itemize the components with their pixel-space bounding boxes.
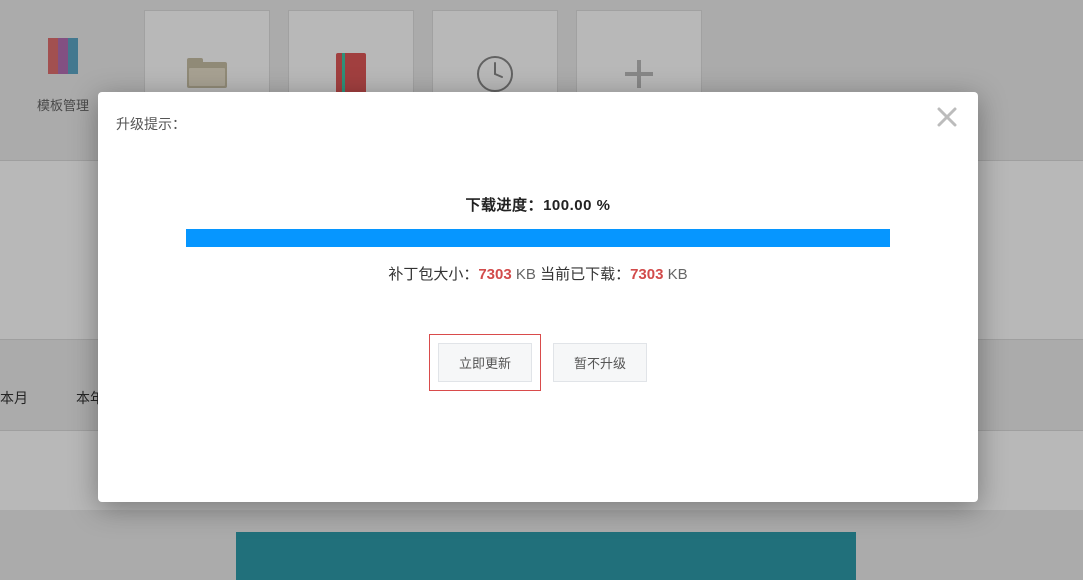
patch-size-unit: KB [512, 266, 540, 283]
modal-title: 升级提示： [116, 114, 960, 134]
patch-size-value: 7303 [478, 266, 511, 283]
progress-value: 100.00 % [543, 197, 610, 214]
patch-size-label: 补丁包大小： [388, 266, 478, 283]
downloaded-label: 当前已下载： [540, 266, 630, 283]
downloaded-unit: KB [663, 266, 687, 283]
modal-close-button[interactable] [932, 104, 962, 134]
progress-bar [186, 229, 890, 247]
download-progress-label: 下载进度：100.00 % [116, 194, 960, 215]
progress-prefix: 下载进度： [466, 197, 544, 214]
modal-button-row: 立即更新 暂不升级 [116, 334, 960, 391]
downloaded-value: 7303 [630, 266, 663, 283]
close-icon [937, 107, 957, 132]
progress-bar-fill [186, 229, 890, 247]
skip-upgrade-button[interactable]: 暂不升级 [553, 343, 647, 382]
upgrade-modal: 升级提示： 下载进度：100.00 % 补丁包大小：7303 KB 当前已下载：… [98, 92, 978, 502]
update-now-button[interactable]: 立即更新 [438, 343, 532, 382]
download-size-line: 补丁包大小：7303 KB 当前已下载：7303 KB [116, 263, 960, 284]
primary-action-highlight: 立即更新 [429, 334, 541, 391]
